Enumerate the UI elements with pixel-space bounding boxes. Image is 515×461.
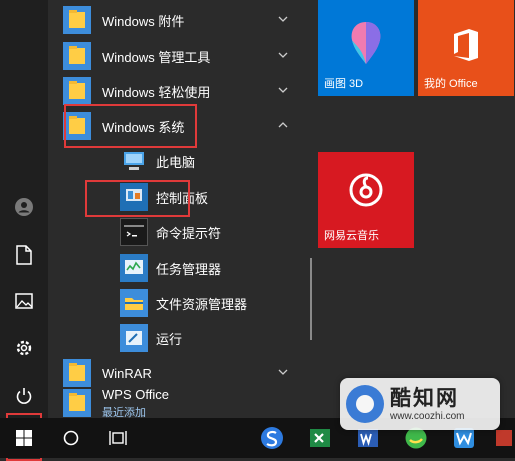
cortana-button[interactable]: [55, 418, 87, 458]
pictures-button[interactable]: [0, 278, 48, 324]
app-list-item[interactable]: Windows 管理工具: [48, 38, 298, 74]
task-view-icon: [109, 431, 127, 445]
tile-label: 网易云音乐: [324, 230, 379, 242]
app-label: Windows 轻松使用: [102, 84, 211, 100]
tile-netease-music[interactable]: 网易云音乐: [318, 152, 414, 248]
watermark-url: www.coozhi.com: [390, 411, 465, 422]
tiles-panel: 画图 3D 我的 Office 网易云音乐: [312, 0, 515, 418]
tile-my-office[interactable]: 我的 Office: [418, 0, 514, 96]
tile-label: 画图 3D: [324, 78, 364, 90]
app-list-subitem[interactable]: 命令提示符: [114, 214, 298, 250]
task-view-button[interactable]: [102, 418, 134, 458]
app-label: 运行: [156, 331, 183, 347]
highlight-box-windows-system: [64, 104, 197, 148]
run-icon: [120, 324, 148, 352]
app-icon: [495, 430, 512, 446]
documents-button[interactable]: [0, 232, 48, 278]
folder-icon: [63, 77, 91, 105]
app-list-subitem[interactable]: 任务管理器: [114, 250, 298, 286]
app-label: Windows 附件: [102, 13, 185, 29]
tile-label: 我的 Office: [424, 78, 478, 90]
sogou-taskbar-button[interactable]: [254, 418, 290, 458]
watermark-title: 酷知网: [390, 387, 459, 410]
settings-icon: [16, 340, 32, 356]
tile-paint-3d[interactable]: 画图 3D: [318, 0, 414, 96]
sogou-icon: [261, 427, 283, 449]
app-label: WinRAR: [102, 365, 152, 381]
folder-icon: [63, 389, 91, 417]
start-rail: [0, 0, 48, 418]
app-list-subitem[interactable]: 文件资源管理器: [114, 285, 298, 321]
app-list-subitem[interactable]: 运行: [114, 320, 298, 356]
netease-music-icon: [349, 173, 383, 207]
folder-icon: [63, 42, 91, 70]
app-label: WPS Office: [102, 387, 169, 402]
computer-icon: [120, 147, 148, 175]
app-label: 文件资源管理器: [156, 296, 248, 312]
app-list-item[interactable]: WPS Office 最近添加: [48, 385, 298, 419]
folder-icon: [63, 359, 91, 387]
chevron-down-icon[interactable]: [276, 48, 290, 62]
app-label: 此电脑: [156, 154, 196, 170]
start-button[interactable]: [8, 418, 40, 458]
user-button[interactable]: [0, 184, 48, 230]
watermark-logo-icon: [346, 385, 384, 423]
app-label: 命令提示符: [156, 225, 222, 241]
power-icon: [16, 388, 32, 404]
app-label: Windows 管理工具: [102, 49, 211, 65]
windows-start-icon: [16, 430, 32, 446]
cortana-icon: [63, 430, 79, 446]
folder-icon: [63, 6, 91, 34]
app-list-subitem[interactable]: 此电脑: [114, 143, 298, 179]
chevron-down-icon[interactable]: [276, 12, 290, 26]
command-prompt-icon: [120, 218, 148, 246]
chevron-up-icon[interactable]: [276, 118, 290, 132]
paint-3d-icon: [351, 22, 381, 64]
file-explorer-icon: [120, 289, 148, 317]
task-manager-icon: [120, 254, 148, 282]
user-icon: [15, 198, 33, 216]
settings-button[interactable]: [0, 325, 48, 371]
document-icon: [16, 245, 32, 265]
app-list-item[interactable]: Windows 附件: [48, 2, 298, 38]
excel-icon: [310, 429, 330, 447]
highlight-box-control-panel: [85, 180, 190, 217]
app-label: 任务管理器: [156, 261, 222, 277]
office-icon: [454, 29, 478, 61]
chevron-down-icon[interactable]: [276, 365, 290, 379]
excel-taskbar-button[interactable]: [302, 418, 338, 458]
chevron-down-icon[interactable]: [276, 83, 290, 97]
pictures-icon: [15, 293, 33, 309]
watermark-logo: 酷知网 www.coozhi.com: [340, 378, 500, 430]
